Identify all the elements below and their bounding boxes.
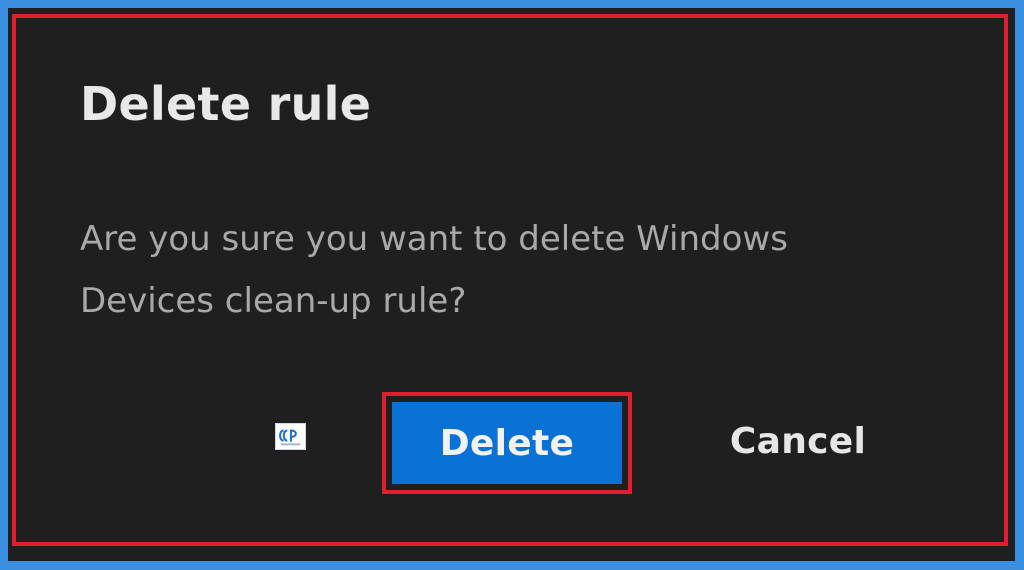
delete-rule-dialog: Delete rule Are you sure you want to del…	[8, 8, 1015, 561]
dialog-title: Delete rule	[80, 77, 372, 131]
logo-graphic	[279, 429, 301, 446]
delete-button-highlight: Delete	[382, 392, 632, 494]
delete-button[interactable]: Delete	[392, 402, 622, 484]
logo-icon	[275, 423, 306, 450]
cancel-button[interactable]: Cancel	[698, 400, 898, 482]
dialog-message: Are you sure you want to delete Windows …	[80, 219, 788, 321]
